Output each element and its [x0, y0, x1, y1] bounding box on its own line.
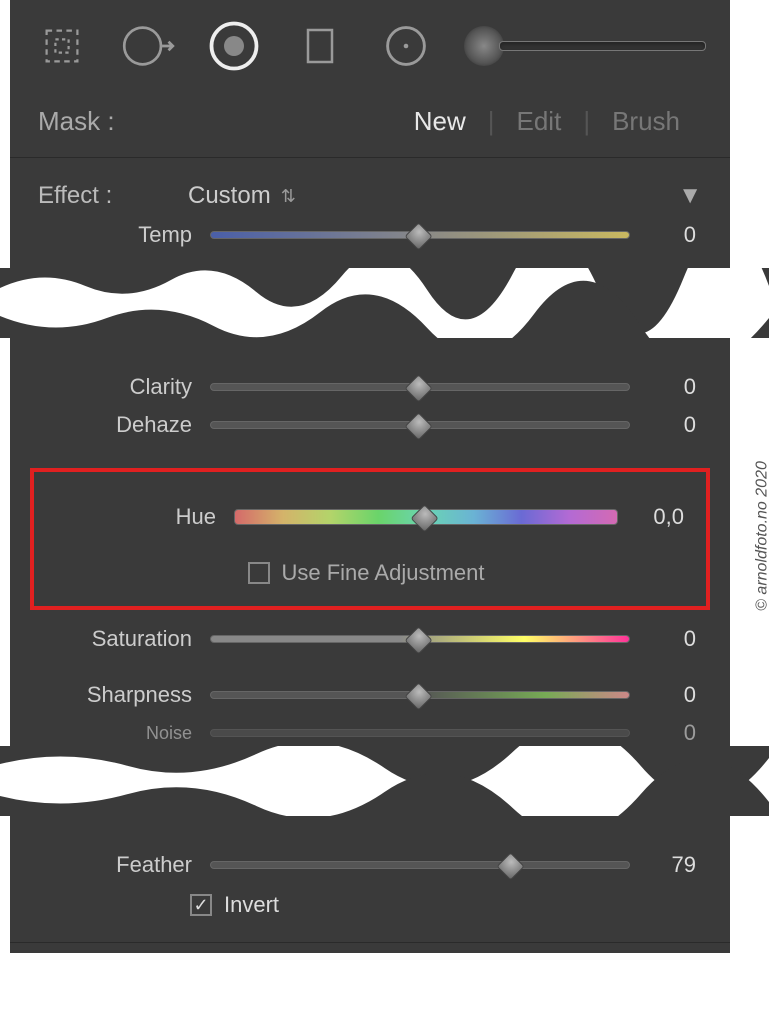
oval-tool-icon[interactable]: [120, 18, 176, 74]
torn-edge: [0, 746, 769, 816]
feather-slider-row: Feather 79: [10, 846, 730, 884]
feather-value[interactable]: 79: [630, 852, 702, 878]
feather-slider[interactable]: [210, 852, 630, 878]
fine-adjust-row: Use Fine Adjustment: [34, 536, 698, 586]
sharpness-slider-row: Sharpness 0: [10, 676, 730, 714]
effect-row: Effect : Custom ⇅ ▼: [10, 164, 730, 216]
mask-toolbar: [10, 0, 730, 92]
sharpness-value[interactable]: 0: [630, 682, 702, 708]
feather-label: Feather: [10, 852, 210, 878]
rectangle-tool-icon[interactable]: [292, 18, 348, 74]
dehaze-slider-row: Dehaze 0: [10, 406, 730, 444]
clarity-slider[interactable]: [210, 374, 630, 400]
dehaze-label: Dehaze: [10, 412, 210, 438]
separator: |: [488, 106, 495, 137]
disclosure-triangle-icon[interactable]: ▼: [678, 182, 702, 210]
mask-option-brush[interactable]: Brush: [590, 106, 702, 137]
saturation-label: Saturation: [10, 626, 210, 652]
slider-track: [210, 861, 630, 869]
invert-row: ✓ Invert: [10, 884, 730, 942]
saturation-slider-row: Saturation 0: [10, 620, 730, 658]
brush-size-slider[interactable]: [464, 26, 706, 66]
separator: |: [583, 106, 590, 137]
adjustment-panel-bottom: Feather 79 ✓ Invert: [10, 816, 730, 953]
radial-tool-icon[interactable]: [206, 18, 262, 74]
dehaze-value[interactable]: 0: [630, 412, 702, 438]
torn-edge: [0, 268, 769, 338]
hue-slider[interactable]: [234, 504, 618, 530]
mask-mode-row: Mask : New | Edit | Brush: [10, 92, 730, 151]
dehaze-slider[interactable]: [210, 412, 630, 438]
hue-label: Hue: [34, 504, 234, 530]
slider-thumb[interactable]: [404, 374, 432, 402]
slider-thumb[interactable]: [497, 852, 525, 880]
temp-slider-row: Temp 0: [10, 216, 730, 254]
temp-slider[interactable]: [210, 222, 630, 248]
slider-thumb[interactable]: [404, 682, 432, 710]
invert-checkbox[interactable]: ✓: [190, 894, 212, 916]
brush-size-track[interactable]: [499, 41, 706, 51]
mask-option-new[interactable]: New: [392, 106, 488, 137]
clarity-value[interactable]: 0: [630, 374, 702, 400]
hue-slider-row: Hue 0,0: [34, 498, 698, 536]
brush-icon: [464, 26, 504, 66]
temp-label: Temp: [10, 222, 210, 248]
sort-icon: ⇅: [281, 186, 296, 207]
noise-value[interactable]: 0: [630, 720, 702, 746]
noise-slider-row: Noise 0: [10, 714, 730, 746]
temp-value[interactable]: 0: [630, 222, 702, 248]
clarity-label: Clarity: [10, 374, 210, 400]
saturation-value[interactable]: 0: [630, 626, 702, 652]
fine-adjust-checkbox[interactable]: [248, 562, 270, 584]
crop-tool-icon[interactable]: [34, 18, 90, 74]
fine-adjust-label: Use Fine Adjustment: [282, 560, 485, 586]
effect-value: Custom: [188, 182, 271, 210]
hue-value[interactable]: 0,0: [618, 504, 690, 530]
adjustment-panel: Mask : New | Edit | Brush Effect : Custo…: [10, 0, 730, 268]
slider-thumb[interactable]: [404, 222, 432, 250]
effect-label: Effect :: [38, 182, 188, 210]
ellipse-tool-icon[interactable]: [378, 18, 434, 74]
mask-label: Mask :: [38, 106, 218, 137]
mask-option-edit[interactable]: Edit: [495, 106, 584, 137]
slider-thumb[interactable]: [404, 412, 432, 440]
clarity-slider-row: Clarity 0: [10, 368, 730, 406]
hue-highlight-box: Hue 0,0 Use Fine Adjustment: [30, 468, 710, 610]
slider-thumb[interactable]: [404, 626, 432, 654]
effect-dropdown[interactable]: Custom ⇅: [188, 182, 296, 210]
slider-track: [210, 729, 630, 737]
noise-label: Noise: [10, 723, 210, 744]
sharpness-label: Sharpness: [10, 682, 210, 708]
saturation-slider[interactable]: [210, 626, 630, 652]
noise-slider[interactable]: [210, 720, 630, 746]
sharpness-slider[interactable]: [210, 682, 630, 708]
invert-label: Invert: [224, 892, 279, 918]
adjustment-panel-mid: Clarity 0 Dehaze 0 Hue 0,0 Use Fine Adju…: [10, 338, 730, 746]
copyright-text: © arnoldfoto.no 2020: [754, 461, 769, 611]
